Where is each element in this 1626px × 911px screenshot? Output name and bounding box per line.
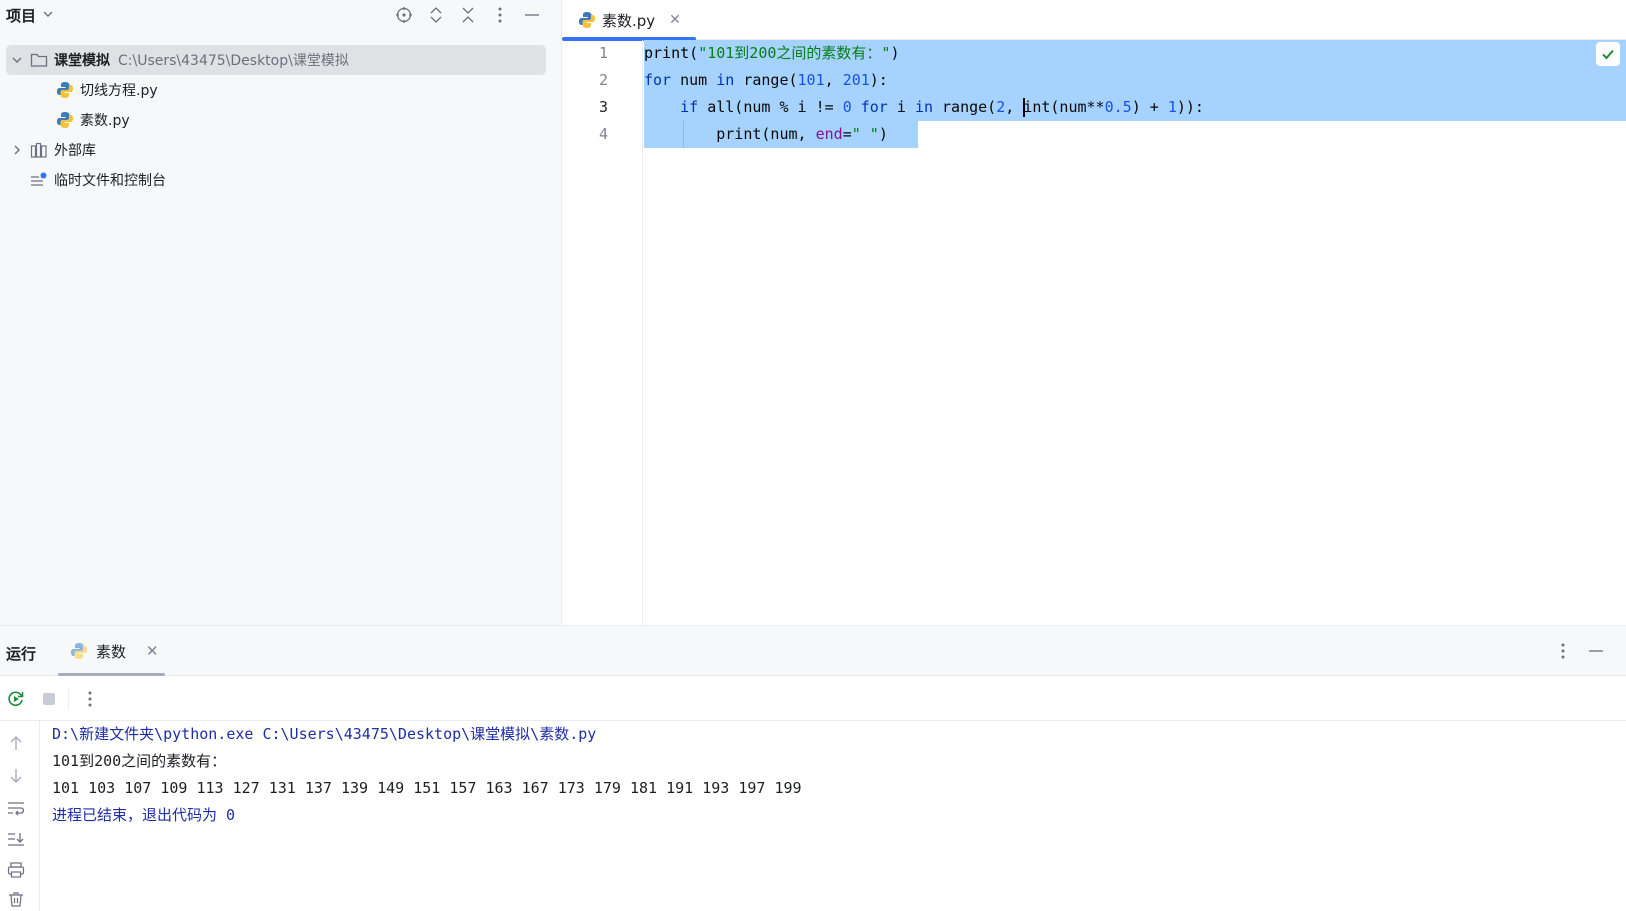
scratches-icon	[28, 169, 50, 191]
locate-icon[interactable]	[393, 4, 415, 26]
line-number-gutter: 1 2 3 4	[562, 40, 643, 625]
minimize-icon[interactable]	[521, 4, 543, 26]
expand-all-icon[interactable]	[425, 4, 447, 26]
close-icon[interactable]: ✕	[146, 642, 159, 660]
project-panel-title[interactable]: 项目	[6, 5, 36, 26]
more-options-icon[interactable]	[1552, 640, 1574, 662]
console-output[interactable]: D:\新建文件夹\python.exe C:\Users\43475\Deskt…	[52, 721, 1612, 829]
code-line-2[interactable]: for num in range(101, 201):	[644, 67, 888, 94]
project-panel: 项目 课堂模拟 C:\Users\43475\Desktop\课堂模拟 切线方程…	[0, 0, 562, 625]
more-options-icon[interactable]	[79, 688, 101, 710]
code-line-3[interactable]: if all(num % i != 0 for i in range(2, in…	[644, 94, 1204, 121]
line-number: 1	[598, 44, 608, 62]
python-file-icon	[578, 11, 596, 29]
run-panel-header: 运行 素数 ✕	[0, 626, 1626, 676]
tree-item-label: 课堂模拟	[54, 53, 110, 69]
tree-item-label: 切线方程.py	[80, 83, 158, 99]
run-panel-title: 运行	[6, 645, 37, 663]
editor-tab-bar: 素数.py ✕	[562, 0, 1626, 41]
soft-wrap-icon[interactable]	[4, 796, 28, 820]
close-icon[interactable]: ✕	[669, 12, 681, 28]
project-panel-header: 项目	[0, 0, 562, 30]
editor-tab[interactable]: 素数.py ✕	[562, 0, 696, 41]
run-side-toolbar	[0, 721, 40, 911]
chevron-right-icon[interactable]	[6, 144, 28, 156]
more-options-icon[interactable]	[489, 4, 511, 26]
editor-tab-label: 素数.py	[602, 11, 656, 30]
print-icon[interactable]	[4, 858, 28, 882]
stop-icon[interactable]	[38, 688, 60, 710]
tree-item-external-libraries[interactable]: 外部库	[6, 135, 546, 165]
tree-item-label: 临时文件和控制台	[54, 173, 166, 189]
scroll-to-end-icon[interactable]	[4, 827, 28, 851]
tree-item-file[interactable]: 素数.py	[54, 105, 534, 135]
run-tab[interactable]: 素数 ✕	[58, 626, 165, 676]
chevron-down-icon[interactable]	[42, 8, 54, 20]
console-line-exit: 进程已结束，退出代码为 0	[52, 806, 236, 824]
rerun-icon[interactable]	[5, 688, 27, 710]
run-panel: 运行 素数 ✕ D:\新建文件夹\python.exe C:\Users\434…	[0, 625, 1626, 911]
editor: 素数.py ✕ 1 2 3 4 print("101到200之间的素数有：") …	[562, 0, 1626, 625]
console-line-command[interactable]: D:\新建文件夹\python.exe C:\Users\43475\Deskt…	[52, 721, 1612, 748]
console-line-output: 101 103 107 109 113 127 131 137 139 149 …	[52, 779, 802, 797]
tree-item-scratches[interactable]: 临时文件和控制台	[6, 165, 546, 195]
toolbar-separator	[68, 688, 69, 710]
line-number: 4	[598, 125, 608, 143]
tree-item-path: C:\Users\43475\Desktop\课堂模拟	[118, 53, 349, 69]
check-icon[interactable]	[1596, 42, 1620, 66]
run-toolbar	[0, 676, 1626, 721]
folder-icon	[28, 49, 50, 71]
code-area[interactable]: print("101到200之间的素数有：") for num in range…	[644, 40, 1626, 625]
tree-item-file[interactable]: 切线方程.py	[54, 75, 534, 105]
python-file-icon	[54, 79, 76, 101]
tree-item-label: 外部库	[54, 143, 96, 159]
chevron-down-icon[interactable]	[6, 54, 28, 66]
line-number: 3	[598, 98, 608, 116]
code-line-1[interactable]: print("101到200之间的素数有：")	[644, 40, 899, 67]
python-run-icon	[70, 642, 88, 660]
trash-icon[interactable]	[4, 887, 28, 911]
arrow-down-icon[interactable]	[4, 764, 28, 788]
arrow-up-icon[interactable]	[4, 731, 28, 755]
tree-item-project-root[interactable]: 课堂模拟 C:\Users\43475\Desktop\课堂模拟	[6, 45, 546, 75]
run-tab-label: 素数	[96, 642, 127, 661]
tree-item-label: 素数.py	[80, 113, 130, 129]
collapse-all-icon[interactable]	[457, 4, 479, 26]
console-line-output: 101到200之间的素数有：	[52, 752, 227, 770]
text-caret	[1023, 98, 1026, 117]
minimize-icon[interactable]	[1585, 640, 1607, 662]
line-number: 2	[598, 71, 608, 89]
code-line-4[interactable]: print(num, end=" ")	[644, 121, 888, 148]
python-file-icon	[54, 109, 76, 131]
library-icon	[28, 139, 50, 161]
